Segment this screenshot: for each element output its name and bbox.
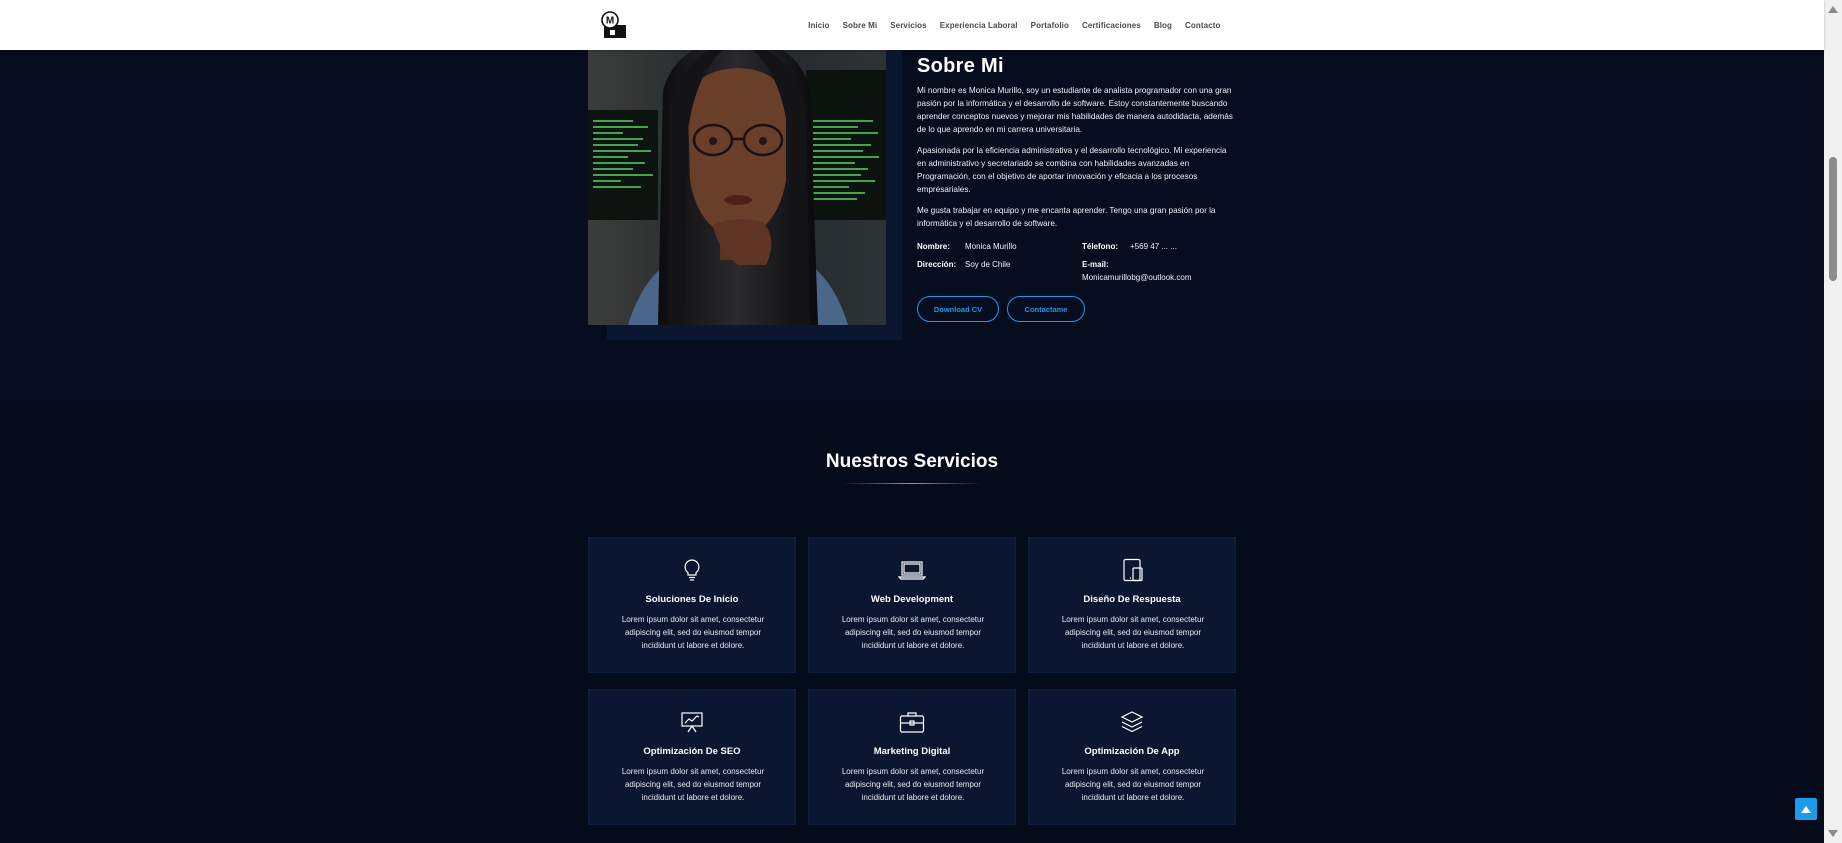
laptop-icon (809, 558, 1015, 582)
info-direccion-label: Dirección: (917, 260, 957, 269)
service-title: Soluciones De Inicio (645, 594, 739, 605)
service-title: Optimización De App (1084, 746, 1180, 757)
info-email-value[interactable]: Monicamurillobg@outlook.com (1082, 273, 1192, 282)
svg-text:M: M (606, 16, 614, 27)
nav-link-experiencia-laboral[interactable]: Experiencia Laboral (933, 21, 1024, 30)
service-card[interactable]: Soluciones De Inicio Lorem ipsum dolor s… (588, 537, 796, 673)
scroll-down-arrow-icon[interactable] (1828, 830, 1838, 837)
download-cv-button[interactable]: Download CV (917, 296, 999, 322)
info-nombre-value: Monica Murillo (965, 242, 1017, 251)
service-description: Lorem ipsum dolor sit amet, consectetur … (621, 767, 765, 802)
service-card[interactable]: Web Development Lorem ipsum dolor sit am… (808, 537, 1016, 673)
services-section: Nuestros Servicios Soluciones De Inicio … (0, 400, 1824, 843)
service-card[interactable]: Optimización De SEO Lorem ipsum dolor si… (588, 689, 796, 825)
nav-menu: Inicio Sobre Mi Servicios Experiencia La… (802, 0, 1227, 50)
scrollbar-thumb[interactable] (1829, 157, 1837, 281)
info-email-label: E-mail: (1082, 260, 1109, 269)
about-section: Sobre Mi Mi nombre es Monica Murillo, so… (0, 50, 1824, 400)
scroll-to-top-button[interactable] (1795, 798, 1817, 820)
service-title: Web Development (870, 594, 954, 605)
briefcase-icon (809, 710, 1015, 734)
service-description: Lorem ipsum dolor sit amet, consectetur … (1061, 767, 1205, 802)
about-paragraph-1: Mi nombre es Monica Murillo, soy un estu… (917, 86, 1233, 134)
service-card[interactable]: Optimización De App Lorem ipsum dolor si… (1028, 689, 1236, 825)
about-paragraph-3: Me gusta trabajar en equipo y me encanta… (917, 206, 1216, 228)
presentation-chart-icon (589, 710, 795, 734)
nav-link-sobre-mi[interactable]: Sobre Mi (836, 21, 884, 30)
service-card[interactable]: Diseño De Respuesta Lorem ipsum dolor si… (1028, 537, 1236, 673)
nav-link-certificaciones[interactable]: Certificaciones (1075, 21, 1147, 30)
nav-link-servicios[interactable]: Servicios (884, 21, 933, 30)
service-description: Lorem ipsum dolor sit amet, consectetur … (1061, 615, 1205, 650)
devices-icon (1029, 558, 1235, 582)
nav-link-portafolio[interactable]: Portafolio (1024, 21, 1075, 30)
service-title: Marketing Digital (873, 746, 951, 757)
scroll-up-arrow-icon[interactable] (1828, 6, 1838, 13)
service-card[interactable]: Marketing Digital Lorem ipsum dolor sit … (808, 689, 1016, 825)
service-description: Lorem ipsum dolor sit amet, consectetur … (621, 615, 765, 650)
about-title: Sobre Mi (917, 55, 1004, 77)
services-title: Nuestros Servicios (825, 451, 999, 472)
info-telefono-value: +569 47 ... ... (1130, 242, 1177, 251)
info-telefono-label: Télefono: (1082, 242, 1118, 251)
page-scrollbar[interactable] (1824, 0, 1842, 843)
service-title: Optimización De SEO (643, 746, 741, 757)
about-paragraph-2: Apasionada por la eficiencia administrat… (917, 146, 1227, 194)
title-divider (842, 483, 982, 484)
monogram-logo-icon[interactable]: M (596, 10, 626, 38)
info-direccion-value: Soy de Chile (965, 260, 1011, 269)
contact-button[interactable]: Contactame (1007, 296, 1085, 322)
service-description: Lorem ipsum dolor sit amet, consectetur … (841, 767, 985, 802)
nav-link-inicio[interactable]: Inicio (802, 21, 837, 30)
info-nombre-label: Nombre: (917, 242, 950, 251)
chevron-up-icon (1801, 805, 1811, 813)
service-title: Diseño De Respuesta (1083, 594, 1181, 605)
profile-photo (588, 50, 886, 325)
navbar: M Inicio Sobre Mi Servicios Experiencia … (0, 0, 1824, 50)
service-description: Lorem ipsum dolor sit amet, consectetur … (841, 615, 985, 650)
nav-link-blog[interactable]: Blog (1147, 21, 1178, 30)
nav-link-contacto[interactable]: Contacto (1179, 21, 1227, 30)
layers-icon (1029, 710, 1235, 734)
lightbulb-icon (589, 558, 795, 582)
